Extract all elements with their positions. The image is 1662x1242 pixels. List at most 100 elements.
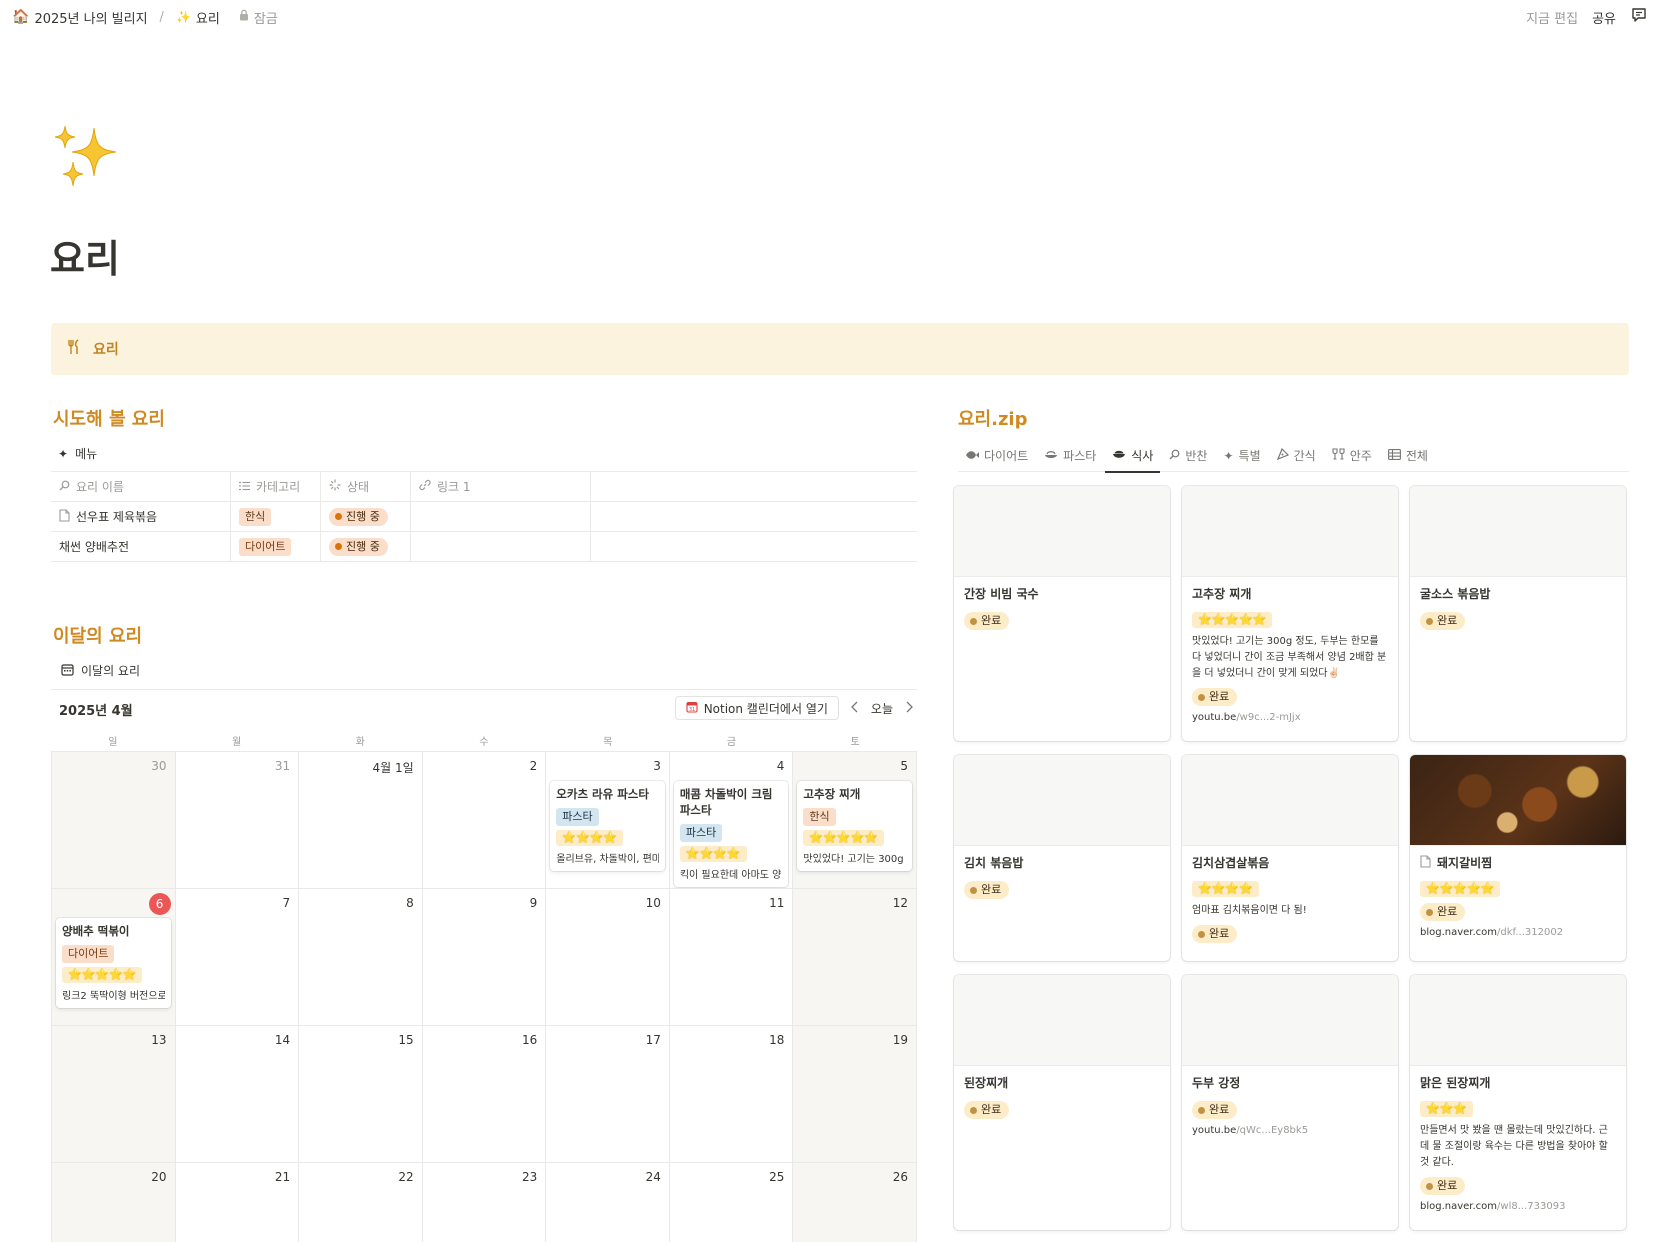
- calendar-day[interactable]: 26: [793, 1163, 917, 1242]
- next-month-icon[interactable]: [905, 701, 913, 716]
- calendar-day[interactable]: 10: [546, 889, 670, 1026]
- calendar-day[interactable]: 22: [299, 1163, 423, 1242]
- tab-diet[interactable]: 다이어트: [958, 440, 1035, 472]
- calendar-day[interactable]: 11: [669, 889, 794, 1026]
- tab-bar-snack[interactable]: 안주: [1325, 440, 1379, 472]
- breadcrumb-page[interactable]: 요리: [196, 8, 220, 27]
- sparkle-small-icon: ✦: [1223, 448, 1234, 463]
- card-cover: [1182, 755, 1398, 846]
- event-title: 오카츠 라유 파스타: [556, 787, 649, 801]
- calendar-day[interactable]: 30: [52, 752, 176, 889]
- today-button[interactable]: 오늘: [871, 700, 893, 717]
- calendar-event[interactable]: 오카츠 라유 파스타 파스타 ⭐⭐⭐⭐ 올리브유, 차돌박이, 편마: [550, 781, 665, 871]
- calendar-day[interactable]: 17: [546, 1026, 670, 1163]
- row-status-cell[interactable]: 진행 중: [321, 532, 411, 561]
- event-title: 양배추 떡볶이: [62, 924, 130, 938]
- row-name-cell[interactable]: 선우표 제육볶음: [51, 502, 231, 531]
- weekday-label: 토: [850, 736, 860, 748]
- gallery-card[interactable]: 간장 비빔 국수 완료: [954, 486, 1170, 741]
- tab-special[interactable]: ✦ 특별: [1216, 440, 1267, 472]
- calendar-day[interactable]: 31: [175, 752, 300, 889]
- month-db-view[interactable]: 이달의 요리: [61, 662, 140, 679]
- page-sparkles-icon[interactable]: [50, 122, 122, 194]
- card-title: 맑은 된장찌개: [1420, 1076, 1491, 1090]
- breadcrumb: 🏠 2025년 나의 빌리지 / ✨ 요리 잠금: [12, 8, 278, 27]
- zip-section-heading[interactable]: 요리.zip: [958, 405, 1028, 431]
- row-category-cell[interactable]: 다이어트: [231, 532, 321, 561]
- comment-icon[interactable]: [1630, 6, 1648, 28]
- calendar-day[interactable]: 14: [175, 1026, 300, 1163]
- calendar-day[interactable]: 19: [793, 1026, 917, 1163]
- col-empty-header: [591, 472, 917, 501]
- lock-label[interactable]: 잠금: [254, 8, 278, 27]
- row-category-cell[interactable]: 한식: [231, 502, 321, 531]
- tab-all[interactable]: 전체: [1381, 440, 1435, 472]
- calendar-day[interactable]: 18: [669, 1026, 794, 1163]
- wine-icon: [1332, 448, 1345, 463]
- gallery-card[interactable]: 김치삼겹살볶음 ⭐⭐⭐⭐ 엄마표 김치볶음이면 다 됨! 완료: [1182, 755, 1398, 961]
- row-status-cell[interactable]: 진행 중: [321, 502, 411, 531]
- try-db-view[interactable]: ✦ 메뉴: [58, 445, 97, 462]
- calendar-day[interactable]: 16: [422, 1026, 547, 1163]
- gallery-card[interactable]: 돼지갈비찜 ⭐⭐⭐⭐⭐ 완료 blog.naver.com/dkf...3120…: [1410, 755, 1626, 961]
- row-link-cell[interactable]: [411, 502, 591, 531]
- row-link-cell[interactable]: [411, 532, 591, 561]
- tab-pasta[interactable]: 파스타: [1037, 440, 1103, 472]
- calendar-day[interactable]: 13: [52, 1026, 176, 1163]
- gallery-card[interactable]: 된장찌개 완료: [954, 975, 1170, 1230]
- month-section-heading[interactable]: 이달의 요리: [53, 622, 142, 648]
- event-rating: ⭐⭐⭐⭐: [679, 846, 747, 862]
- card-link[interactable]: youtu.be/w9c...2-mJjx: [1192, 712, 1388, 723]
- gallery-card[interactable]: 두부 강정 완료 youtu.be/qWc...Ey8bk5: [1182, 975, 1398, 1230]
- calendar-day[interactable]: 15: [299, 1026, 423, 1163]
- calendar-day[interactable]: 9: [422, 889, 547, 1026]
- tab-meal[interactable]: 식사: [1105, 440, 1161, 473]
- tab-side-dish[interactable]: 반찬: [1162, 440, 1214, 472]
- row-empty-cell: [591, 532, 917, 561]
- share-button[interactable]: 공유: [1592, 8, 1616, 27]
- calendar-day[interactable]: 4 매콤 차돌박이 크림 파스타 파스타 ⭐⭐⭐⭐ 킥이 필요한데 아마도 양: [669, 752, 794, 889]
- card-link[interactable]: youtu.be/qWc...Ey8bk5: [1192, 1125, 1388, 1136]
- event-tag: 다이어트: [62, 945, 115, 963]
- gallery-card[interactable]: 맑은 된장찌개 ⭐⭐⭐ 만들면서 맛 봤을 땐 몰랐는데 맛있긴하다. 근데 물…: [1410, 975, 1626, 1230]
- calendar-event[interactable]: 양배추 떡볶이 다이어트 ⭐⭐⭐⭐⭐ 링크2 뚝딱이형 버전으로: [56, 918, 171, 1008]
- table-header: 요리 이름 카테고리 상태 링크 1: [51, 472, 917, 502]
- calendar-day[interactable]: 24: [546, 1163, 670, 1242]
- card-link[interactable]: blog.naver.com/wl8...733093: [1420, 1201, 1616, 1212]
- col-category-header[interactable]: 카테고리: [231, 472, 321, 501]
- calendar-day[interactable]: 8: [299, 889, 423, 1026]
- page-title[interactable]: 요리: [50, 228, 120, 283]
- try-section-heading[interactable]: 시도해 볼 요리: [53, 405, 165, 431]
- calendar-day[interactable]: 3 오카츠 라유 파스타 파스타 ⭐⭐⭐⭐ 올리브유, 차돌박이, 편마: [546, 752, 670, 889]
- gallery-card[interactable]: 굴소스 볶음밥 완료: [1410, 486, 1626, 741]
- table-row[interactable]: 선우표 제육볶음 한식 진행 중: [51, 502, 917, 532]
- open-notion-calendar-button[interactable]: 31 Notion 캘린더에서 열기: [674, 696, 839, 720]
- col-link-header[interactable]: 링크 1: [411, 472, 591, 501]
- card-link[interactable]: blog.naver.com/dkf...312002: [1420, 927, 1616, 938]
- row-name-cell[interactable]: 채썬 양배추전: [51, 532, 231, 561]
- calendar-month: 2025년 4월: [59, 704, 133, 719]
- calendar-day[interactable]: 20: [52, 1163, 176, 1242]
- gallery-card[interactable]: 고추장 찌개 ⭐⭐⭐⭐⭐ 맛있었다! 고기는 300g 정도, 두부는 한모를 …: [1182, 486, 1398, 741]
- calendar-day[interactable]: 5 고추장 찌개 한식 ⭐⭐⭐⭐⭐ 맛있었다! 고기는 300g: [793, 752, 917, 889]
- calendar-event[interactable]: 매콤 차돌박이 크림 파스타 파스타 ⭐⭐⭐⭐ 킥이 필요한데 아마도 양: [673, 781, 789, 887]
- col-name-header[interactable]: 요리 이름: [51, 472, 231, 501]
- card-cover: [954, 755, 1170, 846]
- calendar-day[interactable]: 21: [176, 1163, 300, 1242]
- calendar-day[interactable]: 12: [793, 889, 917, 1026]
- calendar-day-today[interactable]: 6 양배추 떡볶이 다이어트 ⭐⭐⭐⭐⭐ 링크2 뚝딱이형 버전으로: [52, 889, 176, 1026]
- callout-banner[interactable]: 요리: [51, 323, 1629, 375]
- tab-snack[interactable]: 간식: [1270, 440, 1323, 472]
- calendar-day[interactable]: 4월 1일: [299, 752, 423, 889]
- calendar-day[interactable]: 25: [670, 1163, 794, 1242]
- prev-month-icon[interactable]: [850, 701, 859, 716]
- calendar-day[interactable]: 2: [422, 752, 547, 889]
- calendar-day[interactable]: 7: [175, 889, 300, 1026]
- calendar-event[interactable]: 고추장 찌개 한식 ⭐⭐⭐⭐⭐ 맛있었다! 고기는 300g: [797, 781, 912, 871]
- calendar-day[interactable]: 23: [423, 1163, 547, 1242]
- gallery-card[interactable]: 김치 볶음밥 완료: [954, 755, 1170, 961]
- table-row[interactable]: 채썬 양배추전 다이어트 진행 중: [51, 532, 917, 562]
- col-status-header[interactable]: 상태: [321, 472, 411, 501]
- today-marker: 6: [148, 893, 171, 915]
- breadcrumb-workspace[interactable]: 2025년 나의 빌리지: [34, 8, 147, 27]
